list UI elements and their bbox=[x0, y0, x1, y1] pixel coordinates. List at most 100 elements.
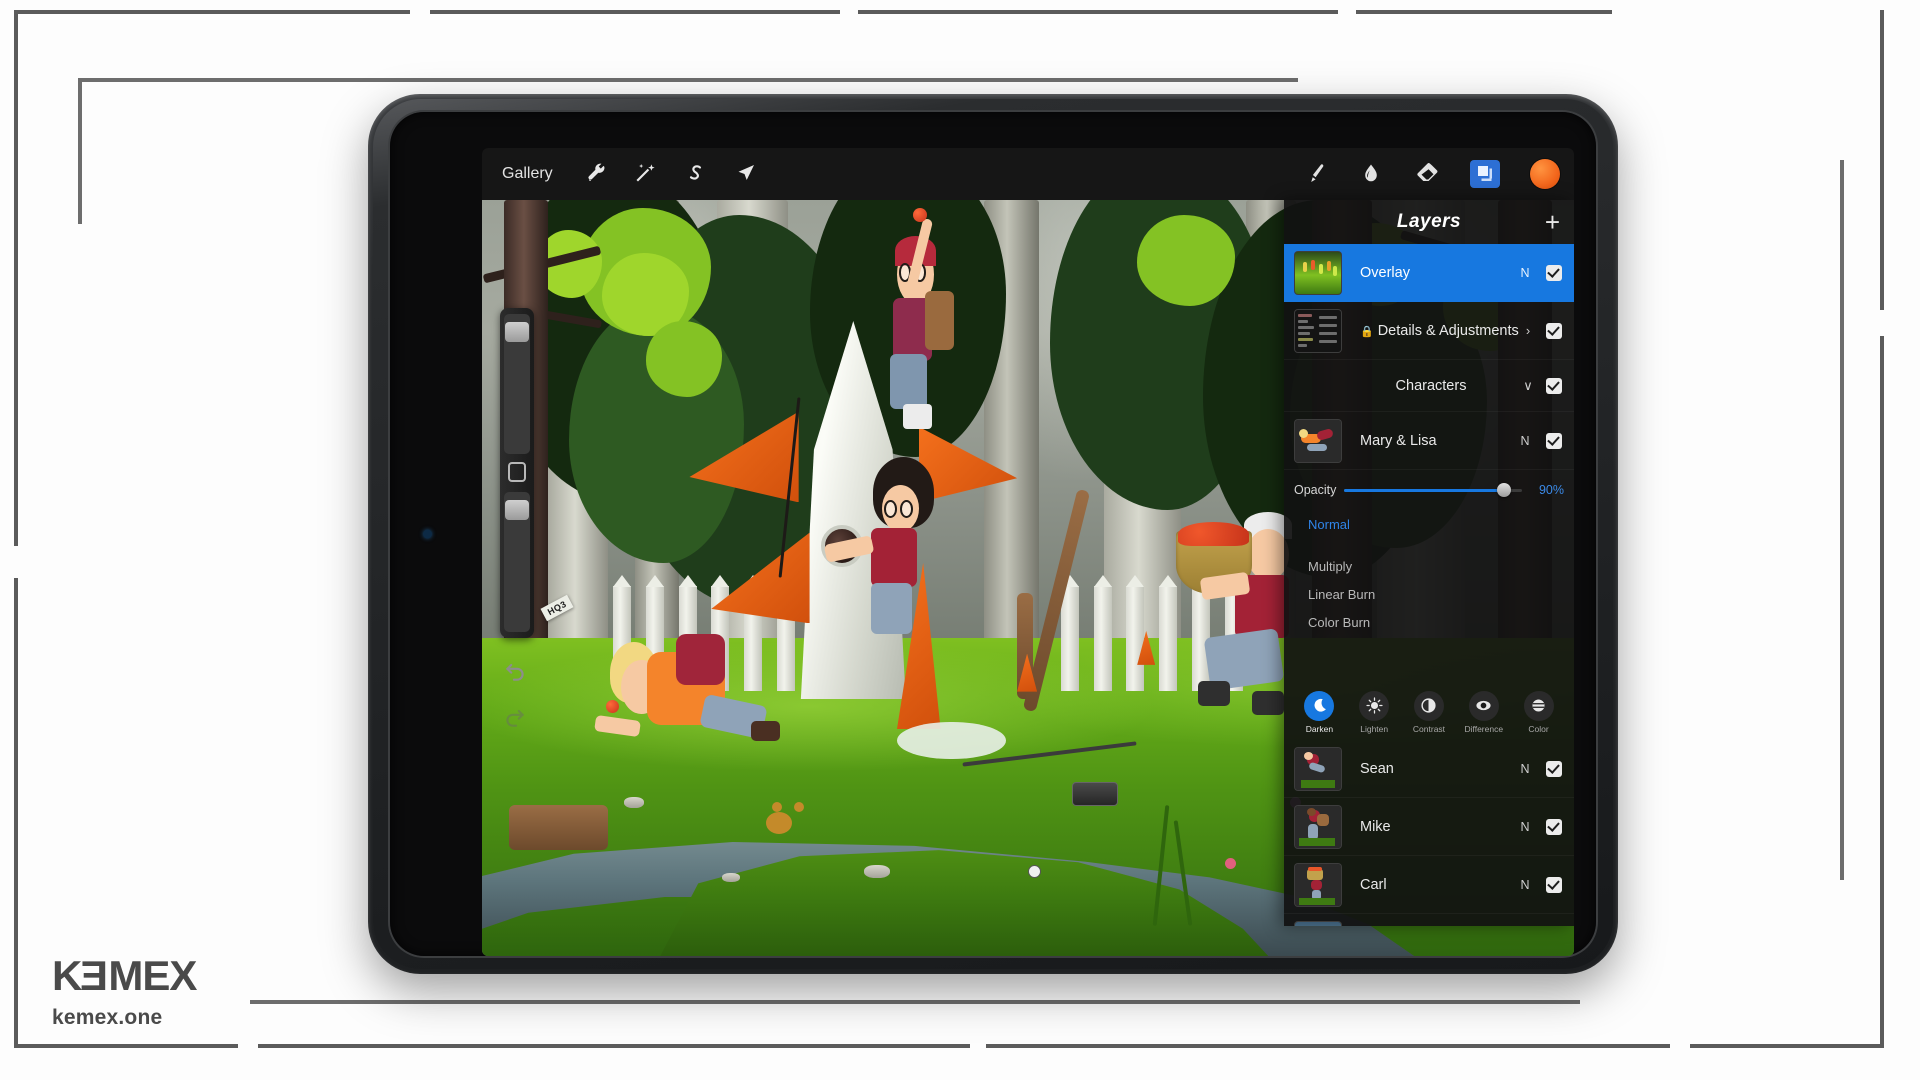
frame-line-left-c bbox=[14, 578, 18, 1048]
color-swatch-button[interactable] bbox=[1530, 159, 1560, 189]
layers-list[interactable]: Overlay N 🔒 Details & Adjustments › Char… bbox=[1284, 244, 1574, 926]
artwork-glasses bbox=[883, 500, 897, 518]
layer-thumbnail[interactable] bbox=[1294, 920, 1342, 926]
layer-visibility-checkbox[interactable] bbox=[1546, 377, 1562, 394]
screenshot-root: K E MEX kemex.one HQ3 Gallery Layers + O… bbox=[0, 0, 1920, 1080]
adjustments-wrench-icon[interactable] bbox=[583, 161, 609, 187]
layer-blend-mode[interactable]: N bbox=[1514, 434, 1536, 448]
layer-row-sean[interactable]: Sean N bbox=[1284, 740, 1574, 798]
paint-brush-icon[interactable] bbox=[1302, 161, 1328, 187]
layers-panel-header: Layers + bbox=[1284, 200, 1574, 244]
blend-group-label: Difference bbox=[1464, 723, 1504, 734]
layer-visibility-checkbox[interactable] bbox=[1546, 432, 1562, 449]
opacity-slider-thumb[interactable] bbox=[1497, 483, 1512, 497]
layer-thumbnail[interactable] bbox=[1294, 308, 1342, 353]
layer-blend-mode[interactable]: N bbox=[1514, 878, 1536, 892]
artwork-apple bbox=[913, 207, 928, 222]
artwork-leg bbox=[890, 354, 928, 409]
transform-arrow-icon[interactable] bbox=[733, 161, 759, 187]
layer-visibility-checkbox[interactable] bbox=[1546, 322, 1562, 339]
kemex-letter-e-reversed: E bbox=[81, 952, 109, 999]
magic-wand-icon[interactable] bbox=[633, 161, 659, 187]
layer-row-foreground-detail[interactable]: Foreground Detail N bbox=[1284, 914, 1574, 926]
frame-line-bottom-a bbox=[14, 1044, 238, 1048]
artwork-shoe bbox=[1198, 681, 1230, 706]
opacity-control[interactable]: Opacity 90% bbox=[1284, 470, 1574, 510]
blend-group-label: Lighten bbox=[1360, 723, 1389, 734]
layer-visibility-checkbox[interactable] bbox=[1546, 876, 1562, 893]
gallery-button[interactable]: Gallery bbox=[496, 163, 559, 185]
frame-line-right-b bbox=[1880, 336, 1884, 1048]
blend-mode-normal[interactable]: Normal bbox=[1284, 510, 1574, 538]
color-wheel-icon bbox=[1523, 690, 1554, 721]
thumbnail-art bbox=[1295, 747, 1341, 790]
layer-name: Mary & Lisa bbox=[1360, 432, 1437, 449]
layer-thumbnail[interactable] bbox=[1294, 418, 1342, 463]
toolbar-right-group bbox=[1302, 159, 1560, 189]
layer-name: Overlay bbox=[1360, 264, 1410, 281]
layer-row-overlay[interactable]: Overlay N bbox=[1284, 244, 1574, 302]
artwork-wood-block bbox=[509, 804, 608, 851]
brush-opacity-thumb[interactable] bbox=[505, 500, 529, 520]
blend-mode-color-burn[interactable]: Color Burn bbox=[1284, 608, 1574, 636]
frame-line-left-b bbox=[14, 186, 18, 546]
layer-name: 🔒 Details & Adjustments bbox=[1342, 323, 1520, 339]
blend-mode-linear-burn[interactable]: Linear Burn bbox=[1284, 580, 1574, 608]
ipad-device: HQ3 Gallery Layers + Overlay N 🔒 Details… bbox=[368, 94, 1618, 974]
kemex-site-url: kemex.one bbox=[52, 1006, 163, 1029]
layer-name-text: Details & Adjustments bbox=[1377, 322, 1519, 339]
blend-mode-multiply[interactable]: Multiply bbox=[1284, 552, 1574, 580]
chevron-down-icon[interactable]: ∨ bbox=[1520, 378, 1536, 394]
blend-group-selector[interactable]: Darken Lighten Contrast Difference Color bbox=[1284, 684, 1574, 740]
frame-line-top-a bbox=[14, 10, 410, 14]
toolbar-left-group: Gallery bbox=[496, 161, 759, 187]
eraser-icon[interactable] bbox=[1414, 161, 1440, 187]
thumbnail-art bbox=[1295, 863, 1341, 906]
half-circle-icon bbox=[1413, 690, 1444, 721]
layer-blend-mode[interactable]: N bbox=[1514, 266, 1536, 280]
opacity-value: 90% bbox=[1538, 483, 1564, 497]
procreate-toolbar: Gallery bbox=[482, 148, 1574, 200]
brush-sidebar[interactable] bbox=[500, 308, 534, 638]
redo-button[interactable] bbox=[502, 704, 532, 734]
layer-visibility-checkbox[interactable] bbox=[1546, 818, 1562, 835]
layer-visibility-checkbox[interactable] bbox=[1546, 264, 1562, 281]
layer-thumbnail[interactable] bbox=[1294, 804, 1342, 849]
brush-size-thumb[interactable] bbox=[505, 322, 529, 342]
layers-panel[interactable]: Layers + Overlay N 🔒 Details & Adjustmen… bbox=[1284, 200, 1574, 926]
artwork-backpack bbox=[676, 634, 725, 686]
chevron-right-icon[interactable]: › bbox=[1520, 323, 1536, 338]
artwork-apple bbox=[605, 699, 619, 713]
blend-group-difference[interactable]: Difference bbox=[1460, 690, 1508, 734]
layer-thumbnail[interactable] bbox=[1294, 746, 1342, 791]
layer-blend-mode[interactable]: N bbox=[1514, 762, 1536, 776]
layers-icon[interactable] bbox=[1470, 160, 1500, 188]
layer-visibility-checkbox[interactable] bbox=[1546, 760, 1562, 777]
artwork-character-mary bbox=[853, 218, 962, 450]
selection-s-icon[interactable] bbox=[683, 161, 709, 187]
kemex-letters-mex: MEX bbox=[108, 952, 197, 999]
undo-button[interactable] bbox=[502, 658, 532, 688]
lock-icon: 🔒 bbox=[1360, 325, 1374, 338]
layer-blend-mode[interactable]: N bbox=[1514, 820, 1536, 834]
layer-thumbnail[interactable] bbox=[1294, 862, 1342, 907]
add-layer-button[interactable]: + bbox=[1545, 209, 1560, 235]
frame-line-right bbox=[1880, 10, 1884, 310]
blend-group-contrast[interactable]: Contrast bbox=[1405, 690, 1453, 734]
layer-row-mike[interactable]: Mike N bbox=[1284, 798, 1574, 856]
layer-row-details-adjustments[interactable]: 🔒 Details & Adjustments › bbox=[1284, 302, 1574, 360]
artwork-radio bbox=[1071, 782, 1118, 807]
modify-button[interactable] bbox=[508, 462, 526, 482]
blend-group-color[interactable]: Color bbox=[1515, 690, 1563, 734]
blend-group-lighten[interactable]: Lighten bbox=[1350, 690, 1398, 734]
frame-line-bottom-d bbox=[1690, 1044, 1884, 1048]
opacity-slider[interactable] bbox=[1344, 483, 1522, 497]
layer-thumbnail[interactable] bbox=[1294, 250, 1342, 295]
layer-group-name: Characters bbox=[1395, 377, 1467, 394]
smudge-icon[interactable] bbox=[1358, 161, 1384, 187]
blend-group-darken[interactable]: Darken bbox=[1295, 690, 1343, 734]
layer-row-mary-and-lisa[interactable]: Mary & Lisa N bbox=[1284, 412, 1574, 470]
layer-group-characters[interactable]: Characters ∨ bbox=[1284, 360, 1574, 412]
kemex-letter-k: K bbox=[52, 952, 82, 999]
layer-row-carl[interactable]: Carl N bbox=[1284, 856, 1574, 914]
